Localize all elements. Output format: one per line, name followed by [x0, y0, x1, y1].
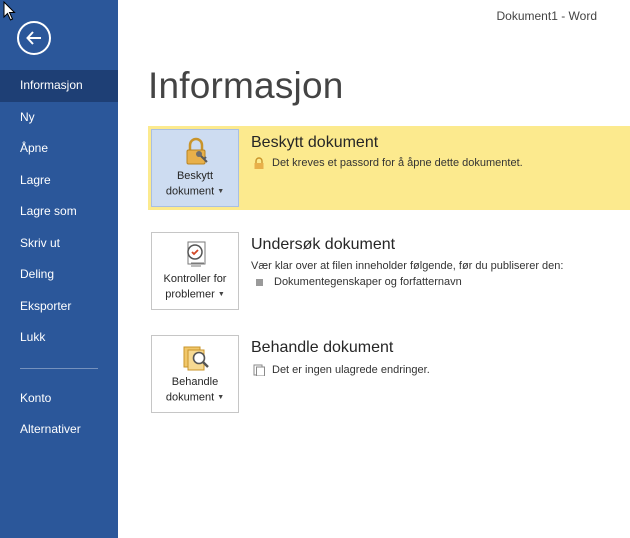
dropdown-caret-icon: ▼: [217, 188, 225, 195]
inspect-document-text: Vær klar over at filen inneholder følgen…: [251, 260, 564, 272]
nav-item-deling[interactable]: Deling: [0, 259, 118, 291]
nav-item-eksporter[interactable]: Eksporter: [0, 291, 118, 323]
backstage-sidebar: Informasjon Ny Åpne Lagre Lagre som Skri…: [0, 0, 118, 538]
nav-item-lagre[interactable]: Lagre: [0, 165, 118, 197]
manage-document-description: Det er ingen ulagrede endringer.: [272, 364, 430, 376]
nav-item-informasjon[interactable]: Informasjon: [0, 70, 118, 102]
dropdown-caret-icon: ▼: [217, 291, 225, 298]
inspect-document-icon: [187, 241, 206, 267]
document-name: Dokument1: [496, 9, 558, 23]
nav-item-lagre-som[interactable]: Lagre som: [0, 196, 118, 228]
nav-item-apne[interactable]: Åpne: [0, 133, 118, 165]
manage-document-section: Behandle dokument ▼ Behandle dokument Det…: [148, 333, 630, 417]
nav-item-skriv-ut[interactable]: Skriv ut: [0, 228, 118, 260]
protect-document-description: Det kreves et passord for å åpne dette d…: [272, 157, 523, 169]
window-title: Dokument1 - Word: [497, 9, 598, 23]
manage-document-button[interactable]: Behandle dokument ▼: [151, 335, 239, 413]
manage-document-icon: [183, 346, 209, 371]
backstage-nav: Informasjon Ny Åpne Lagre Lagre som Skri…: [0, 70, 118, 446]
back-button[interactable]: [17, 21, 51, 55]
protect-button-line2: dokument: [165, 185, 215, 198]
page-title: Informasjon: [148, 65, 344, 106]
app-name: Word: [568, 9, 597, 23]
check-for-issues-button[interactable]: Kontroller for problemer ▼: [151, 232, 239, 310]
manage-document-heading: Behandle dokument: [251, 339, 394, 356]
title-separator: -: [557, 9, 569, 23]
protect-document-section: Beskytt dokument ▼ Beskytt dokument Det k…: [148, 126, 630, 210]
protect-document-heading: Beskytt dokument: [251, 134, 379, 151]
lock-icon: [186, 137, 208, 165]
nav-item-ny[interactable]: Ny: [0, 102, 118, 134]
manage-document-text: Det er ingen ulagrede endringer.: [252, 364, 430, 377]
inspect-bullet-item: Dokumentegenskaper og forfatternavn: [255, 276, 462, 288]
nav-item-lukk[interactable]: Lukk: [0, 322, 118, 354]
check-button-line2: problemer: [165, 288, 215, 301]
small-lock-icon: [254, 157, 264, 170]
inspect-bullet-text: Dokumentegenskaper og forfatternavn: [274, 276, 462, 288]
bullet-icon: [256, 278, 263, 286]
protect-document-text: Det kreves et passord for å åpne dette d…: [252, 157, 523, 170]
back-arrow-icon: [26, 31, 41, 45]
check-button-line1: Kontroller for: [163, 273, 227, 285]
protect-document-button[interactable]: Beskytt dokument ▼: [151, 129, 239, 207]
inspect-document-heading: Undersøk dokument: [251, 236, 396, 253]
manage-button-line1: Behandle: [171, 376, 219, 388]
protect-button-line1: Beskytt: [176, 170, 214, 182]
nav-divider: [20, 367, 98, 369]
mouse-pointer-icon: [3, 1, 16, 21]
small-document-icon: [253, 364, 265, 377]
dropdown-caret-icon: ▼: [217, 394, 225, 401]
nav-item-konto[interactable]: Konto: [0, 383, 118, 415]
nav-item-alternativer[interactable]: Alternativer: [0, 414, 118, 446]
inspect-document-section: Kontroller for problemer ▼ Undersøk dokum…: [148, 230, 630, 314]
manage-button-line2: dokument: [165, 391, 215, 404]
